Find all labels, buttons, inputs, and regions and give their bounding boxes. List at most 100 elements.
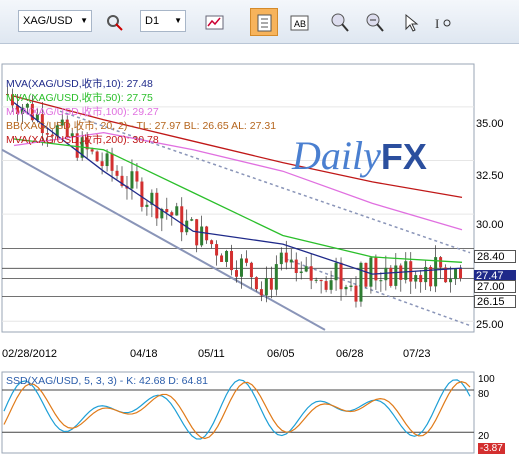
candle xyxy=(100,161,104,167)
candle xyxy=(404,261,408,280)
candle xyxy=(110,153,114,171)
candle xyxy=(349,285,353,287)
chevron-down-icon: ▼ xyxy=(80,16,88,25)
candle xyxy=(334,262,338,281)
oscillator-legend: SSD(XAG/USD, 5, 3, 3) - K: 42.68 D: 64.8… xyxy=(6,375,208,387)
pointer-tool-icon[interactable] xyxy=(395,8,423,36)
candle xyxy=(170,212,174,216)
candle xyxy=(424,266,428,283)
candle xyxy=(140,181,144,207)
candle xyxy=(289,259,293,263)
candle xyxy=(359,262,363,302)
symbol-value: XAG/USD xyxy=(23,15,73,27)
legend-mva200: MVA(XAG/USD,收市,200): 30.78 xyxy=(6,134,159,146)
candle xyxy=(314,279,318,281)
date-tick: 07/23 xyxy=(403,348,431,360)
candle xyxy=(220,255,224,262)
date-tick: 06/28 xyxy=(336,348,364,360)
candle xyxy=(304,266,308,272)
date-tick: 06/05 xyxy=(267,348,295,360)
candle xyxy=(254,277,258,290)
candle xyxy=(309,266,313,281)
candle xyxy=(190,219,194,221)
candle xyxy=(259,289,263,296)
candle xyxy=(419,275,423,283)
candle xyxy=(95,151,99,162)
candle xyxy=(115,170,119,176)
candle xyxy=(175,206,179,216)
candle xyxy=(394,265,398,286)
candle xyxy=(200,226,204,246)
legend-mva100: MVA(XAG/USD,收市,100): 29.27 xyxy=(6,106,159,118)
zoom-in-icon[interactable] xyxy=(325,8,353,36)
svg-text:I: I xyxy=(435,16,439,31)
timeframe-selector[interactable]: D1 ▼ xyxy=(140,10,186,32)
candle xyxy=(145,204,149,207)
chart-area[interactable]: MVA(XAG/USD,收市,10): 27.48 MVA(XAG/USD,收市… xyxy=(0,44,519,455)
candle xyxy=(389,267,393,286)
data-window-icon[interactable]: AB xyxy=(285,8,313,36)
level-label: 27.00 xyxy=(474,280,516,293)
osc-tick: 100 xyxy=(478,374,495,385)
candle xyxy=(459,268,463,279)
candle xyxy=(454,268,458,280)
osc-current-label: -3.87 xyxy=(478,443,505,454)
candle xyxy=(284,252,288,263)
chart-type-icon[interactable] xyxy=(200,8,228,36)
candle xyxy=(449,279,453,283)
candle xyxy=(369,257,373,287)
candle xyxy=(324,281,328,290)
candle xyxy=(235,270,238,277)
candle xyxy=(244,258,248,263)
date-tick: 02/28/2012 xyxy=(2,348,58,360)
candle xyxy=(249,262,253,278)
price-tick: 30.00 xyxy=(476,219,504,231)
date-tick: 04/18 xyxy=(130,348,158,360)
candle xyxy=(364,262,368,287)
osc-tick: 20 xyxy=(478,431,490,442)
candle xyxy=(274,264,278,290)
candle xyxy=(239,258,243,277)
candle xyxy=(279,252,283,265)
candle xyxy=(319,279,323,282)
logo-fx: FX xyxy=(380,136,427,177)
candle xyxy=(414,275,418,282)
chevron-down-icon: ▼ xyxy=(174,16,182,25)
candle xyxy=(180,206,184,233)
candle xyxy=(299,271,303,273)
candle xyxy=(439,257,443,268)
candle xyxy=(210,240,214,245)
level-label: 26.15 xyxy=(474,295,516,308)
candle xyxy=(374,257,378,281)
text-tool-icon[interactable]: I xyxy=(428,8,456,36)
candle xyxy=(264,278,268,296)
candle xyxy=(344,286,348,290)
bar-chart-icon[interactable] xyxy=(250,8,278,36)
zoom-out-icon[interactable] xyxy=(360,8,388,36)
legend-mva10: MVA(XAG/USD,收市,10): 27.48 xyxy=(6,78,153,90)
timeframe-value: D1 xyxy=(145,15,160,27)
candle xyxy=(135,171,139,182)
candle xyxy=(269,278,273,290)
candle xyxy=(215,244,219,256)
candle xyxy=(130,171,134,189)
candle xyxy=(379,280,383,282)
symbol-selector[interactable]: XAG/USD ▼ xyxy=(18,10,92,32)
price-tick: 35.00 xyxy=(476,118,504,130)
toolbar: XAG/USD ▼ D1 ▼ AB I xyxy=(0,0,519,44)
date-tick: 05/11 xyxy=(198,348,225,360)
legend-bb: BB(XAG/USD,收市, 20, 2) - TL: 27.97 BL: 26… xyxy=(6,120,277,132)
legend-mva50: MVA(XAG/USD,收市,50): 27.75 xyxy=(6,92,153,104)
price-tick: 25.00 xyxy=(476,319,504,331)
dailyfx-logo: DailyFX xyxy=(292,132,427,179)
candle xyxy=(225,250,229,262)
candle xyxy=(329,280,333,290)
logo-daily: Daily xyxy=(292,133,381,178)
candle xyxy=(165,208,169,213)
osc-tick: 80 xyxy=(478,389,490,400)
candle xyxy=(384,267,388,281)
candle xyxy=(230,250,234,271)
candle xyxy=(434,257,438,287)
candle xyxy=(339,262,343,290)
chart-search-icon[interactable] xyxy=(100,8,128,36)
